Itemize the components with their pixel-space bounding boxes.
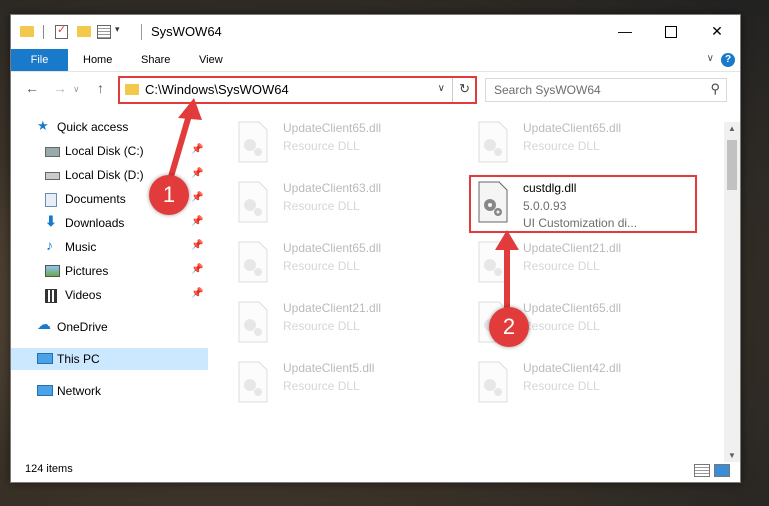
arrow-1-shaft [167, 109, 193, 183]
step-1-badge: 1 [149, 175, 189, 215]
step-2-badge: 2 [489, 307, 529, 347]
annotation-arrows [167, 98, 519, 311]
arrow-2-head [495, 230, 519, 250]
arrow-1-head [178, 98, 202, 120]
